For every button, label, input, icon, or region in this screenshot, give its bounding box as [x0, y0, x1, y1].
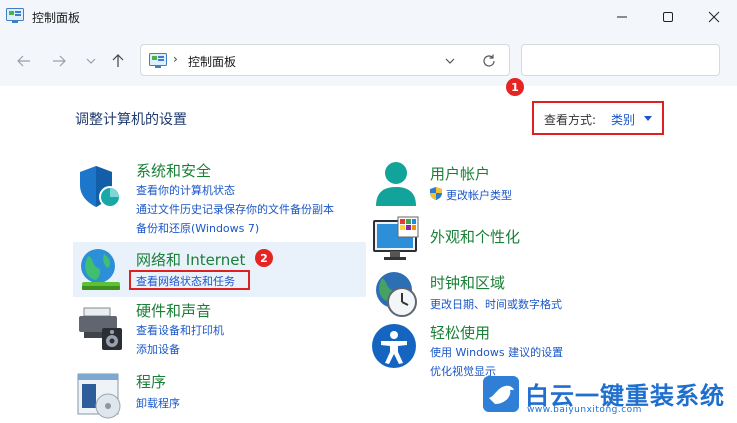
close-button[interactable]	[691, 0, 737, 34]
watermark-url: www.baiyunxitong.com	[527, 405, 642, 415]
annotation-badge-2: 2	[255, 249, 273, 267]
breadcrumb-separator: ›	[173, 52, 178, 66]
watermark: 白云一键重装系统 www.baiyunxitong.com	[479, 372, 737, 423]
arrow-right-icon	[53, 55, 66, 67]
network-globe-icon[interactable]	[76, 246, 124, 294]
view-by-value[interactable]: 类别	[611, 111, 635, 128]
link-change-account-type[interactable]: 更改帐户类型	[446, 187, 512, 203]
category-user-accounts[interactable]: 用户帐户	[430, 163, 490, 184]
close-icon	[708, 11, 720, 23]
link-view-computer-status[interactable]: 查看你的计算机状态	[136, 182, 235, 198]
shield-icon[interactable]	[76, 163, 124, 211]
minimize-button[interactable]	[599, 0, 645, 34]
link-view-devices-printers[interactable]: 查看设备和打印机	[136, 322, 224, 338]
link-file-history[interactable]: 通过文件历史记录保存你的文件备份副本	[136, 201, 334, 217]
page-title: 调整计算机的设置	[75, 112, 187, 128]
bird-logo-icon	[483, 376, 519, 412]
link-windows-recommended-settings[interactable]: 使用 Windows 建议的设置	[430, 344, 563, 360]
category-appearance[interactable]: 外观和个性化	[430, 226, 520, 247]
breadcrumb[interactable]: 控制面板	[188, 53, 236, 70]
printer-speaker-icon[interactable]	[76, 304, 124, 352]
chevron-down-icon	[86, 58, 96, 64]
title-bar: 控制面板	[0, 0, 737, 34]
dropdown-triangle-icon[interactable]	[644, 116, 652, 121]
category-programs[interactable]: 程序	[136, 371, 166, 392]
back-button[interactable]	[13, 50, 35, 72]
category-clock-region[interactable]: 时钟和区域	[430, 272, 505, 293]
annotation-highlight-box	[129, 270, 250, 290]
user-accounts-icon[interactable]	[372, 160, 420, 208]
minimize-icon	[617, 16, 627, 18]
view-by-label: 查看方式:	[544, 113, 597, 127]
view-by-selector[interactable]: 查看方式: 类别	[532, 101, 664, 135]
forward-button[interactable]	[48, 50, 70, 72]
link-uninstall-program[interactable]: 卸载程序	[136, 395, 180, 411]
navigation-bar: › 控制面板	[0, 34, 737, 86]
recent-locations-button[interactable]	[80, 50, 102, 72]
category-hardware-sound[interactable]: 硬件和声音	[136, 300, 211, 321]
link-change-date-time-format[interactable]: 更改日期、时间或数字格式	[430, 296, 562, 312]
category-ease-of-access[interactable]: 轻松使用	[430, 322, 490, 343]
clock-globe-icon[interactable]	[372, 270, 420, 318]
link-backup-restore[interactable]: 备份和还原(Windows 7)	[136, 220, 259, 236]
search-input[interactable]	[521, 44, 720, 76]
control-panel-icon	[149, 53, 167, 68]
maximize-button[interactable]	[645, 0, 691, 34]
maximize-icon	[663, 12, 673, 22]
arrow-left-icon	[17, 55, 30, 67]
up-button[interactable]	[107, 50, 129, 72]
category-network-internet[interactable]: 网络和 Internet	[136, 249, 245, 270]
annotation-badge-1: 1	[506, 78, 524, 96]
control-panel-icon	[6, 8, 24, 23]
category-system-security[interactable]: 系统和安全	[136, 160, 211, 181]
link-add-device[interactable]: 添加设备	[136, 341, 180, 357]
ease-of-access-icon[interactable]	[370, 322, 418, 370]
uac-shield-icon	[430, 187, 442, 200]
chevron-down-icon[interactable]	[443, 55, 457, 67]
window-title: 控制面板	[32, 11, 81, 25]
arrow-up-icon	[112, 54, 124, 67]
appearance-monitor-icon[interactable]	[372, 215, 420, 263]
programs-disc-icon[interactable]	[76, 372, 124, 420]
address-bar[interactable]: › 控制面板	[140, 44, 510, 76]
refresh-icon[interactable]	[481, 53, 497, 69]
